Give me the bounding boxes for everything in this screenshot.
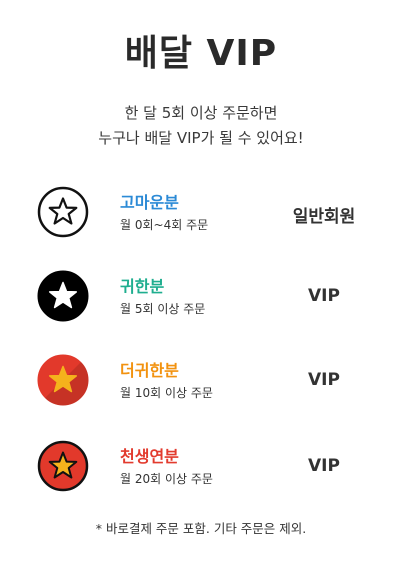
tier-rank: VIP bbox=[308, 286, 340, 306]
tier-row: 더귀한분 월 10회 이상 주문 VIP bbox=[0, 344, 402, 428]
tier-name: 천생연분 bbox=[120, 447, 179, 466]
star-outline-icon bbox=[37, 186, 89, 238]
star-gold-on-red-icon bbox=[37, 354, 89, 406]
tier-description: 월 0회~4회 주문 bbox=[120, 218, 209, 232]
footnote: * 바로결제 주문 포함. 기타 주문은 제외. bbox=[95, 521, 307, 536]
tier-description: 월 10회 이상 주문 bbox=[120, 386, 213, 400]
tier-description: 월 5회 이상 주문 bbox=[120, 302, 206, 316]
tier-name: 더귀한분 bbox=[120, 361, 179, 380]
tier-row: 고마운분 월 0회~4회 주문 일반회원 bbox=[0, 176, 402, 260]
tier-name: 고마운분 bbox=[120, 193, 179, 212]
tier-name: 귀한분 bbox=[120, 277, 165, 296]
star-white-on-black-icon bbox=[37, 270, 89, 322]
star-gold-outlined-on-red-icon bbox=[37, 440, 89, 492]
subtitle-line-2: 누구나 배달 VIP가 될 수 있어요! bbox=[98, 129, 304, 147]
tier-description: 월 20회 이상 주문 bbox=[120, 472, 213, 486]
tier-row: 천생연분 월 20회 이상 주문 VIP bbox=[0, 430, 402, 514]
tier-row: 귀한분 월 5회 이상 주문 VIP bbox=[0, 260, 402, 344]
tier-rank: 일반회원 bbox=[292, 207, 356, 227]
tier-rank: VIP bbox=[308, 370, 340, 390]
page-title: 배달 VIP bbox=[124, 33, 278, 74]
tier-rank: VIP bbox=[308, 456, 340, 476]
subtitle-line-1: 한 달 5회 이상 주문하면 bbox=[124, 104, 278, 122]
page-subtitle: 한 달 5회 이상 주문하면 누구나 배달 VIP가 될 수 있어요! bbox=[0, 101, 402, 151]
